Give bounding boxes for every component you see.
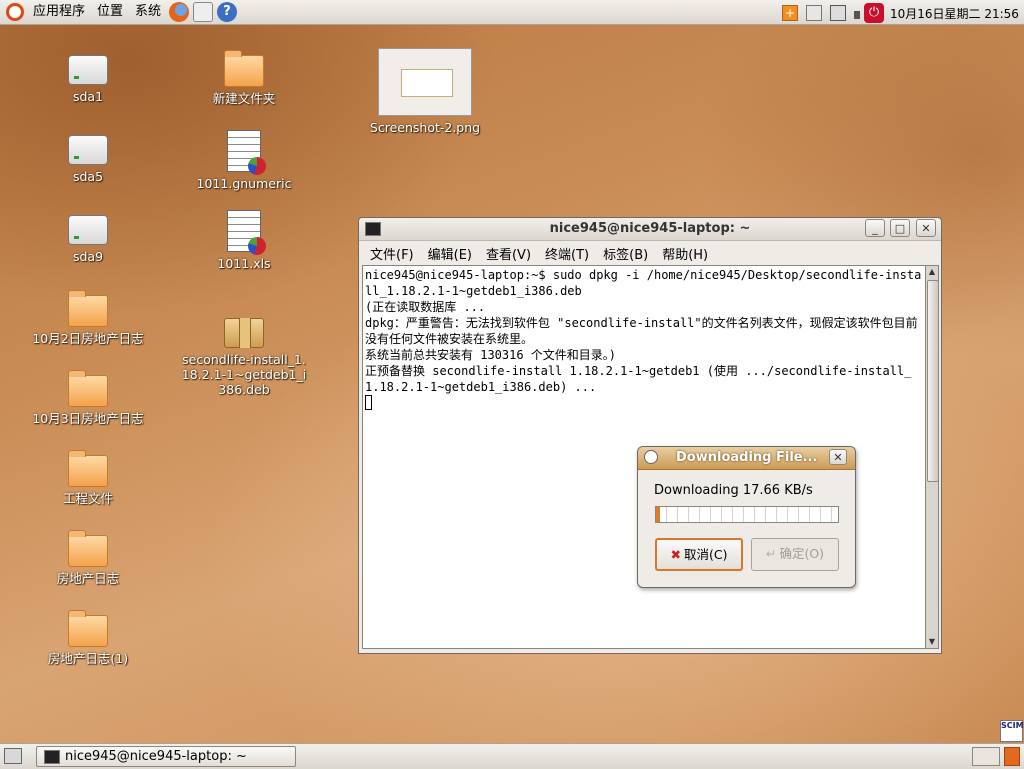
download-status: Downloading 17.66 KB/s: [654, 483, 813, 498]
desktop-icon-xls[interactable]: 1011.xls: [184, 210, 304, 271]
desktop-icon-label: 1011.xls: [217, 256, 271, 271]
menu-file[interactable]: 文件(F): [363, 244, 421, 263]
help-icon[interactable]: ?: [217, 2, 238, 22]
trash-icon[interactable]: [1004, 747, 1020, 766]
ubuntu-logo-icon[interactable]: [6, 3, 24, 21]
bottom-panel: nice945@nice945-laptop: ~: [0, 743, 1024, 769]
image-thumbnail-icon: [378, 48, 472, 116]
folder-icon: [68, 290, 108, 327]
scim-label: SCIM: [1001, 721, 1024, 730]
desktop-icon-folder-realestate-1[interactable]: 房地产日志(1): [28, 610, 148, 666]
desktop-icon-folder-realestate[interactable]: 房地产日志: [28, 530, 148, 586]
cancel-label: 取消(C): [684, 547, 728, 562]
desktop-icon-label: Screenshot-2.png: [369, 120, 481, 135]
dialog-close-button[interactable]: ✕: [829, 449, 847, 465]
menu-places[interactable]: 位置: [91, 0, 129, 24]
package-icon: [224, 318, 264, 348]
spreadsheet-icon: [227, 130, 266, 175]
stopwatch-icon: [644, 450, 658, 464]
firefox-icon[interactable]: [169, 2, 190, 22]
scroll-down-arrow-icon[interactable]: ▼: [926, 636, 938, 648]
mail-icon[interactable]: [193, 2, 214, 22]
desktop-icon-label: sda1: [72, 89, 104, 104]
text-cursor: [365, 395, 372, 410]
folder-icon: [68, 610, 108, 647]
desktop-icon-sda5[interactable]: sda5: [28, 135, 148, 184]
desktop-icon-label: 1011.gnumeric: [196, 176, 292, 191]
desktop-icon-label: 新建文件夹: [212, 91, 276, 106]
folder-icon: [224, 50, 264, 87]
scroll-up-arrow-icon[interactable]: ▲: [926, 266, 938, 278]
terminal-menubar: 文件(F) 编辑(E) 查看(V) 终端(T) 标签(B) 帮助(H): [359, 241, 941, 265]
folder-icon: [68, 450, 108, 487]
power-icon[interactable]: ⏻: [864, 3, 884, 23]
menu-edit[interactable]: 编辑(E): [421, 244, 479, 263]
clock[interactable]: 10月16日星期二 21:56: [890, 5, 1019, 22]
menu-tabs[interactable]: 标签(B): [596, 244, 655, 263]
cancel-x-icon: ✖: [670, 547, 681, 562]
spreadsheet-icon: [227, 210, 266, 255]
download-dialog[interactable]: Downloading File... ✕ Downloading 17.66 …: [637, 446, 856, 588]
ok-arrow-icon: ↵: [765, 546, 777, 561]
desktop-icon-label: sda5: [72, 169, 104, 184]
terminal-window[interactable]: nice945@nice945-laptop: ~ _ □ ✕ 文件(F) 编辑…: [358, 217, 942, 654]
desktop-icon-label: 房地产日志(1): [47, 651, 129, 666]
scrollbar-thumb[interactable]: [927, 280, 939, 482]
notification-icon[interactable]: +: [782, 5, 798, 21]
close-button[interactable]: ✕: [916, 219, 936, 237]
desktop-icon-sda9[interactable]: sda9: [28, 215, 148, 264]
desktop-icon-screenshot[interactable]: Screenshot-2.png: [364, 48, 486, 135]
menu-terminal[interactable]: 终端(T): [538, 244, 596, 263]
minimize-button[interactable]: _: [865, 219, 885, 237]
drive-icon: [68, 55, 108, 85]
dialog-title: Downloading File...: [676, 450, 818, 465]
desktop-icon-deb-package[interactable]: secondlife-install_1.18.2.1-1~getdeb1_i3…: [180, 318, 308, 397]
ok-button[interactable]: ↵ 确定(O): [751, 538, 839, 571]
desktop-icon-folder-oct3[interactable]: 10月3日房地产日志: [28, 370, 148, 426]
drive-icon: [68, 135, 108, 165]
desktop-icon-label: 房地产日志: [56, 571, 120, 586]
top-panel: 应用程序 位置 系统 ? + ⏻ 10月16日星期二 21:56: [0, 0, 1024, 25]
taskbar-window-label: nice945@nice945-laptop: ~: [65, 749, 247, 764]
cancel-button[interactable]: ✖ 取消(C): [655, 538, 743, 571]
desktop-icon-label: sda9: [72, 249, 104, 264]
terminal-output: nice945@nice945-laptop:~$ sudo dpkg -i /…: [365, 268, 922, 394]
menu-system[interactable]: 系统: [129, 0, 167, 24]
dialog-titlebar[interactable]: Downloading File... ✕: [638, 447, 855, 470]
desktop-icon-new-folder[interactable]: 新建文件夹: [184, 50, 304, 106]
window-title: nice945@nice945-laptop: ~: [549, 221, 751, 236]
folder-icon: [68, 530, 108, 567]
folder-icon: [68, 370, 108, 407]
desktop-icon-label: 10月3日房地产日志: [32, 411, 144, 426]
desktop-icon-label: 工程文件: [62, 491, 113, 506]
desktop-icon-folder-engineering[interactable]: 工程文件: [28, 450, 148, 506]
desktop-icon-label: 10月2日房地产日志: [32, 331, 144, 346]
network-icon[interactable]: [830, 5, 846, 21]
volume-icon[interactable]: [854, 11, 860, 19]
ok-label: 确定(O): [779, 546, 825, 561]
download-progress-bar: [655, 506, 839, 523]
desktop-icon-folder-oct2[interactable]: 10月2日房地产日志: [28, 290, 148, 346]
system-tray: + ⏻ 10月16日星期二 21:56: [778, 3, 1019, 23]
terminal-icon: [44, 750, 60, 764]
taskbar-window-button[interactable]: nice945@nice945-laptop: ~: [36, 746, 296, 767]
menu-help[interactable]: 帮助(H): [655, 244, 715, 263]
desktop-icon-gnumeric[interactable]: 1011.gnumeric: [184, 130, 304, 191]
vertical-scrollbar[interactable]: ▲ ▼: [925, 265, 939, 649]
show-desktop-icon[interactable]: [4, 748, 22, 764]
maximize-button[interactable]: □: [890, 219, 910, 237]
menu-applications[interactable]: 应用程序: [27, 0, 91, 24]
progress-fill: [656, 507, 660, 522]
desktop-icon-sda1[interactable]: sda1: [28, 55, 148, 104]
terminal-titlebar[interactable]: nice945@nice945-laptop: ~ _ □ ✕: [359, 218, 941, 241]
scim-input-method-icon[interactable]: SCIM: [1000, 720, 1024, 742]
desktop-icon-label: secondlife-install_1.18.2.1-1~getdeb1_i3…: [181, 352, 307, 397]
drive-icon: [68, 215, 108, 245]
workspace-switcher[interactable]: [972, 747, 1000, 766]
menu-view[interactable]: 查看(V): [479, 244, 538, 263]
keyboard-icon[interactable]: [806, 5, 822, 21]
